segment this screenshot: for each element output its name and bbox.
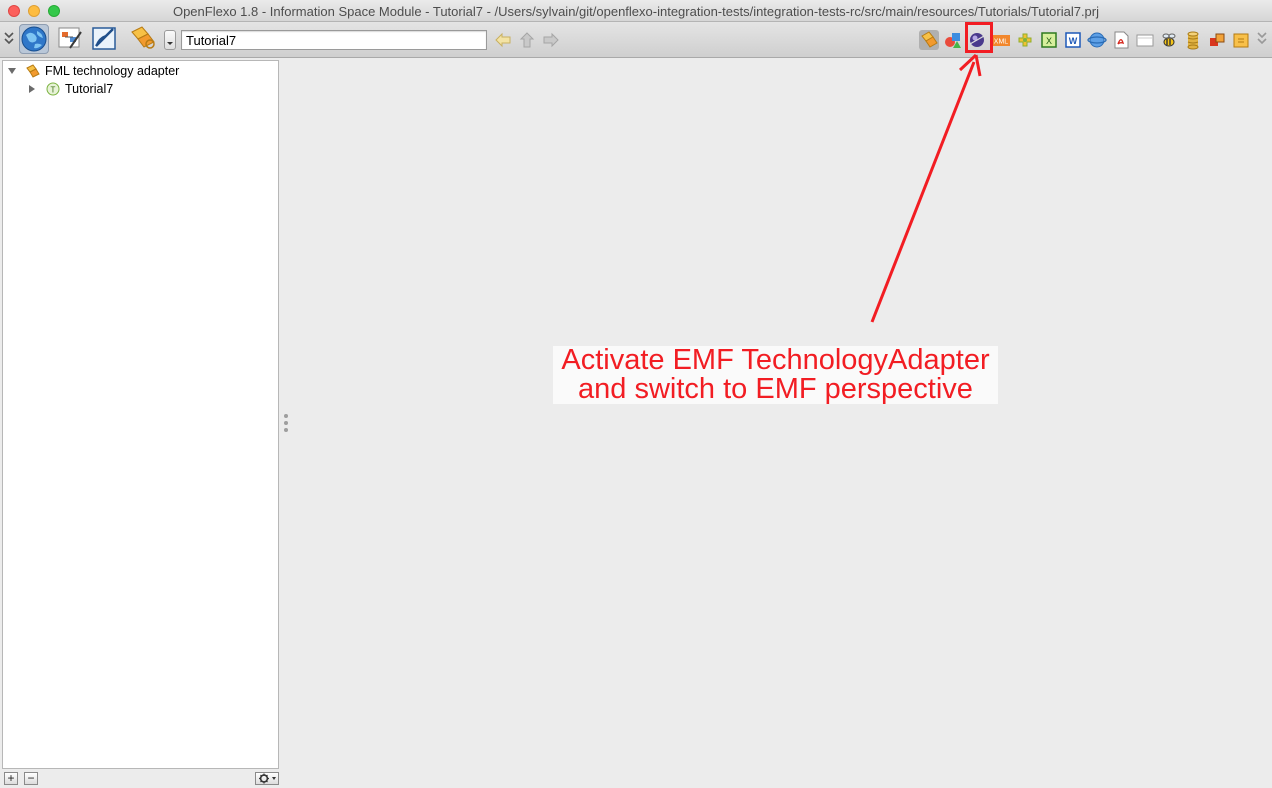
annotation-line-2: and switch to EMF perspective bbox=[578, 373, 973, 405]
main-toolbar: Tutorial7 XML X W bbox=[0, 22, 1272, 58]
svg-text:T: T bbox=[51, 86, 56, 95]
annotation-callout: Activate EMF TechnologyAdapter and switc… bbox=[553, 346, 998, 404]
disclosure-collapsed-icon[interactable] bbox=[27, 84, 37, 94]
diagram-pen-icon bbox=[92, 27, 116, 50]
fml-adapter-node-icon bbox=[26, 64, 40, 78]
module-dropdown-button[interactable] bbox=[164, 30, 176, 50]
docx-adapter-button[interactable] bbox=[1135, 30, 1155, 50]
owl-adapter-button[interactable] bbox=[1087, 30, 1107, 50]
back-arrow-icon bbox=[495, 32, 511, 48]
add-button[interactable]: + bbox=[4, 772, 18, 785]
view-editor-module-button[interactable] bbox=[56, 24, 86, 54]
bee-adapter-icon bbox=[1162, 33, 1176, 47]
svg-text:X: X bbox=[1046, 36, 1052, 46]
up-button[interactable] bbox=[519, 32, 535, 48]
information-space-globe-icon bbox=[21, 26, 47, 52]
view-editor-icon bbox=[58, 27, 82, 49]
database-adapter-icon bbox=[1187, 31, 1199, 50]
archive-adapter-button[interactable] bbox=[1231, 30, 1251, 50]
svg-text:XML: XML bbox=[994, 39, 1009, 46]
annotation-line-1: Activate EMF TechnologyAdapter bbox=[561, 344, 990, 376]
fml-module-button[interactable] bbox=[128, 24, 158, 54]
fml-adapter-icon bbox=[921, 31, 938, 48]
forward-button[interactable] bbox=[543, 32, 559, 48]
chevron-down-icon bbox=[167, 42, 173, 45]
archive-adapter-icon bbox=[1233, 33, 1249, 48]
excel-adapter-button[interactable]: X bbox=[1039, 30, 1059, 50]
diagram-shapes-icon bbox=[945, 33, 961, 48]
up-arrow-icon bbox=[519, 32, 535, 48]
fml-technology-adapter-icon bbox=[131, 26, 155, 49]
disclosure-expanded-icon[interactable] bbox=[7, 66, 17, 76]
connie-adapter-button[interactable] bbox=[1207, 30, 1227, 50]
pdf-adapter-button[interactable] bbox=[1111, 30, 1131, 50]
xml-adapter-icon: XML bbox=[992, 35, 1010, 46]
xsd-adapter-button[interactable] bbox=[1015, 30, 1035, 50]
back-button[interactable] bbox=[495, 32, 511, 48]
xsd-puzzle-icon bbox=[1018, 33, 1032, 47]
word-adapter-button[interactable]: W bbox=[1063, 30, 1083, 50]
remove-button[interactable]: − bbox=[24, 772, 38, 785]
owl-adapter-icon bbox=[1087, 32, 1107, 48]
window-title: OpenFlexo 1.8 - Information Space Module… bbox=[172, 4, 1100, 19]
emf-adapter-highlight bbox=[965, 22, 993, 53]
docx-adapter-icon bbox=[1136, 34, 1154, 47]
diagram-module-button[interactable] bbox=[91, 24, 121, 54]
toolbar-overflow-right-icon[interactable] bbox=[1256, 31, 1268, 47]
toolbar-overflow-left-icon[interactable] bbox=[3, 31, 15, 47]
fml-adapter-button[interactable] bbox=[919, 30, 939, 50]
virtual-model-node-icon: T bbox=[46, 82, 60, 96]
xml-adapter-button[interactable]: XML bbox=[991, 30, 1011, 50]
diagram-adapter-button[interactable] bbox=[943, 30, 963, 50]
svg-text:W: W bbox=[1069, 36, 1078, 46]
tree-bottom-bar: + − bbox=[0, 769, 280, 788]
window-title-bar: OpenFlexo 1.8 - Information Space Module… bbox=[0, 0, 1272, 22]
excel-adapter-icon: X bbox=[1041, 32, 1057, 48]
project-tree-panel: FML technology adapter T Tutorial7 bbox=[2, 60, 279, 769]
tree-node-label: Tutorial7 bbox=[65, 82, 114, 96]
pdf-adapter-icon bbox=[1114, 31, 1129, 49]
information-space-module-button[interactable] bbox=[19, 24, 49, 54]
word-adapter-icon: W bbox=[1065, 32, 1081, 48]
options-menu-button[interactable] bbox=[255, 772, 279, 785]
gear-icon bbox=[259, 773, 276, 784]
database-adapter-button[interactable] bbox=[1183, 30, 1203, 50]
tree-node-label: FML technology adapter bbox=[45, 64, 180, 78]
bee-adapter-button[interactable] bbox=[1159, 30, 1179, 50]
breadcrumb-field[interactable]: Tutorial7 bbox=[181, 30, 487, 50]
forward-arrow-icon bbox=[543, 32, 559, 48]
connie-adapter-icon bbox=[1210, 33, 1225, 46]
split-pane-divider[interactable] bbox=[284, 414, 288, 434]
